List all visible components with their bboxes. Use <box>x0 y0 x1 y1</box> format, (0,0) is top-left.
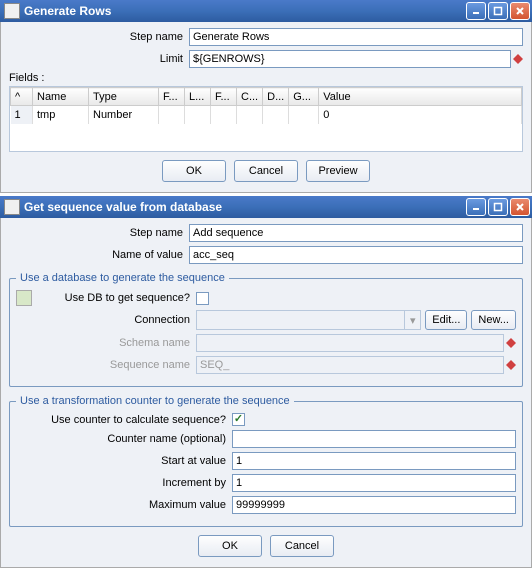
increment-by-label: Increment by <box>16 477 232 489</box>
fields-label: Fields : <box>9 72 523 84</box>
table-row[interactable]: 1 tmp Number 0 <box>11 106 522 124</box>
sequence-name-label: Sequence name <box>16 359 196 371</box>
generate-rows-window: Generate Rows Step name Limit Fields : ^ <box>0 0 532 193</box>
step-name-label: Step name <box>9 31 189 43</box>
use-db-label: Use DB to get sequence? <box>38 292 196 304</box>
cell-name[interactable]: tmp <box>33 106 89 124</box>
cell-idx: 1 <box>11 106 33 124</box>
titlebar[interactable]: Generate Rows <box>0 0 532 22</box>
close-button[interactable] <box>510 198 530 216</box>
use-counter-checkbox[interactable] <box>232 413 245 426</box>
titlebar[interactable]: Get sequence value from database <box>0 196 532 218</box>
minimize-button[interactable] <box>466 198 486 216</box>
increment-by-input[interactable] <box>232 474 516 492</box>
maximum-value-input[interactable] <box>232 496 516 514</box>
ok-button[interactable]: OK <box>162 160 226 182</box>
ok-button[interactable]: OK <box>198 535 262 557</box>
col-currency[interactable]: C... <box>237 88 263 106</box>
counter-legend: Use a transformation counter to generate… <box>16 395 294 407</box>
app-icon <box>4 199 20 215</box>
close-button[interactable] <box>510 2 530 20</box>
window-title: Generate Rows <box>24 4 466 18</box>
col-format[interactable]: F... <box>159 88 185 106</box>
cell-value[interactable]: 0 <box>319 106 522 124</box>
step-name-input[interactable] <box>189 224 523 242</box>
schema-name-input <box>196 334 504 352</box>
connection-select[interactable]: ▾ <box>196 310 421 330</box>
start-at-input[interactable] <box>232 452 516 470</box>
step-name-label: Step name <box>9 227 189 239</box>
use-db-checkbox[interactable] <box>196 292 209 305</box>
window-title: Get sequence value from database <box>24 200 466 214</box>
col-type[interactable]: Type <box>89 88 159 106</box>
schema-name-label: Schema name <box>16 337 196 349</box>
cancel-button[interactable]: Cancel <box>270 535 334 557</box>
col-idx[interactable]: ^ <box>11 88 33 106</box>
col-decimal[interactable]: D... <box>263 88 289 106</box>
name-of-value-label: Name of value <box>9 249 189 261</box>
variable-indicator-icon <box>513 54 523 64</box>
counter-fieldset: Use a transformation counter to generate… <box>9 395 523 527</box>
col-group[interactable]: G... <box>289 88 319 106</box>
table-header-row: ^ Name Type F... L... F... C... D... G..… <box>11 88 522 106</box>
app-icon <box>4 3 20 19</box>
name-of-value-input[interactable] <box>189 246 523 264</box>
chevron-down-icon: ▾ <box>404 311 420 329</box>
fields-table[interactable]: ^ Name Type F... L... F... C... D... G..… <box>9 86 523 152</box>
cell-type[interactable]: Number <box>89 106 159 124</box>
database-legend: Use a database to generate the sequence <box>16 272 229 284</box>
sequence-name-input <box>196 356 504 374</box>
minimize-button[interactable] <box>466 2 486 20</box>
col-precision[interactable]: F... <box>211 88 237 106</box>
variable-indicator-icon <box>506 338 516 348</box>
step-name-input[interactable] <box>189 28 523 46</box>
new-connection-button[interactable]: New... <box>471 310 516 330</box>
maximum-value-label: Maximum value <box>16 499 232 511</box>
counter-name-input[interactable] <box>232 430 516 448</box>
limit-label: Limit <box>9 53 189 65</box>
cancel-button[interactable]: Cancel <box>234 160 298 182</box>
counter-name-label: Counter name (optional) <box>16 433 232 445</box>
connection-label: Connection <box>16 314 196 326</box>
database-fieldset: Use a database to generate the sequence … <box>9 272 523 387</box>
preview-button[interactable]: Preview <box>306 160 370 182</box>
maximize-button[interactable] <box>488 2 508 20</box>
use-counter-label: Use counter to calculate sequence? <box>16 414 232 426</box>
col-length[interactable]: L... <box>185 88 211 106</box>
col-value[interactable]: Value <box>319 88 522 106</box>
variable-indicator-icon <box>506 360 516 370</box>
col-name[interactable]: Name <box>33 88 89 106</box>
start-at-label: Start at value <box>16 455 232 467</box>
get-sequence-window: Get sequence value from database Step na… <box>0 196 532 568</box>
maximize-button[interactable] <box>488 198 508 216</box>
help-icon <box>16 290 32 306</box>
edit-connection-button[interactable]: Edit... <box>425 310 467 330</box>
limit-input[interactable] <box>189 50 511 68</box>
